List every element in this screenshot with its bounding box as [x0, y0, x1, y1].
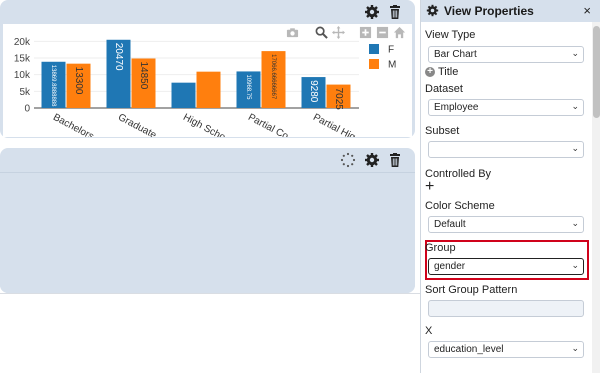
sort-group-label: Sort Group Pattern: [425, 284, 518, 296]
add-title-label: Title: [438, 66, 459, 78]
group-value: gender: [434, 261, 466, 272]
chevron-down-icon: ⌄: [571, 101, 579, 111]
dataset-label: Dataset: [425, 83, 463, 95]
props-title: View Properties: [444, 4, 534, 18]
bar-value-label: 10968.75: [245, 74, 251, 100]
bar-value-label: 9280: [308, 80, 319, 103]
y-tick-label: 0: [24, 104, 30, 115]
view-type-label: View Type: [425, 29, 476, 41]
scrollbar-thumb[interactable]: [593, 26, 600, 118]
x-tick-label: Graduate: [116, 112, 158, 137]
bar-value-label: 13869.8888888: [50, 65, 56, 107]
trash-icon[interactable]: [387, 4, 403, 20]
view-type-value: Bar Chart: [434, 49, 477, 60]
bar-m: [196, 71, 221, 108]
add-controller-button[interactable]: +: [425, 178, 434, 196]
plot-area: 0 5k 10k 15k 20k 13869.8888888 13300 Bachelors 2…: [3, 24, 412, 137]
props-header: View Properties ×: [421, 0, 600, 22]
color-scheme-label: Color Scheme: [425, 200, 495, 212]
chevron-down-icon: ⌄: [571, 343, 579, 353]
color-scheme-value: Default: [434, 219, 466, 230]
view-type-select[interactable]: Bar Chart ⌄: [428, 46, 584, 63]
bar-value-label: 7025: [333, 88, 344, 111]
dataset-select[interactable]: Employee ⌄: [428, 99, 584, 116]
gear-icon: [426, 4, 439, 17]
bar-value-label: 17066.66666667: [270, 54, 276, 100]
x-select[interactable]: education_level ⌄: [428, 341, 584, 358]
subset-select[interactable]: ⌄: [428, 141, 584, 158]
group-select[interactable]: gender ⌄: [428, 258, 584, 275]
scrollbar[interactable]: [592, 22, 600, 373]
legend-swatch-f: [369, 44, 379, 54]
chevron-down-icon: ⌄: [571, 48, 579, 58]
y-tick-label: 5k: [19, 87, 31, 98]
bar-chart: 0 5k 10k 15k 20k 13869.8888888 13300 Bachelors 2…: [14, 37, 396, 137]
legend-label: M: [388, 60, 396, 71]
spinner-icon: [340, 152, 356, 168]
x-tick-label: Partial Co: [246, 112, 290, 137]
y-tick-label: 15k: [14, 54, 31, 65]
gear-icon[interactable]: [364, 4, 380, 20]
view-properties-panel: View Properties × View Type Bar Chart ⌄ …: [420, 0, 600, 373]
group-label: Group: [425, 242, 456, 254]
chart-panel-header: [0, 0, 415, 24]
empty-panel-body: [0, 172, 415, 293]
x-tick-label: High Scho: [181, 112, 227, 137]
divider: [0, 293, 420, 294]
chart-panel: 0 5k 10k 15k 20k 13869.8888888 13300 Bachelors 2…: [0, 0, 415, 138]
dataset-value: Employee: [434, 102, 479, 113]
add-title-button[interactable]: + Title: [425, 66, 458, 78]
subset-label: Subset: [425, 125, 460, 137]
close-icon[interactable]: ×: [583, 3, 591, 18]
chevron-down-icon: ⌄: [571, 260, 579, 270]
sort-group-input[interactable]: [428, 300, 584, 317]
x-tick-label: Partial Hig: [311, 112, 357, 137]
controlled-by-label: Controlled By: [425, 168, 492, 180]
plus-circle-icon: +: [425, 67, 435, 77]
chevron-down-icon: ⌄: [571, 143, 579, 153]
bar-value-label: 20470: [113, 43, 124, 71]
legend-label: F: [388, 45, 394, 56]
legend-swatch-m: [369, 59, 379, 69]
bar-f: [171, 82, 196, 108]
x-tick-label: Bachelors: [51, 112, 95, 137]
y-tick-label: 20k: [14, 37, 31, 48]
bar-value-label: 13300: [73, 67, 84, 95]
bar-value-label: 14850: [138, 62, 149, 90]
gear-icon[interactable]: [364, 152, 380, 168]
x-value: education_level: [434, 344, 504, 355]
empty-panel-header: [0, 148, 415, 172]
trash-icon[interactable]: [387, 152, 403, 168]
empty-view-panel: [0, 148, 415, 293]
chevron-down-icon: ⌄: [571, 218, 579, 228]
color-scheme-select[interactable]: Default ⌄: [428, 216, 584, 233]
y-tick-label: 10k: [14, 70, 31, 81]
x-label: X: [425, 325, 433, 337]
